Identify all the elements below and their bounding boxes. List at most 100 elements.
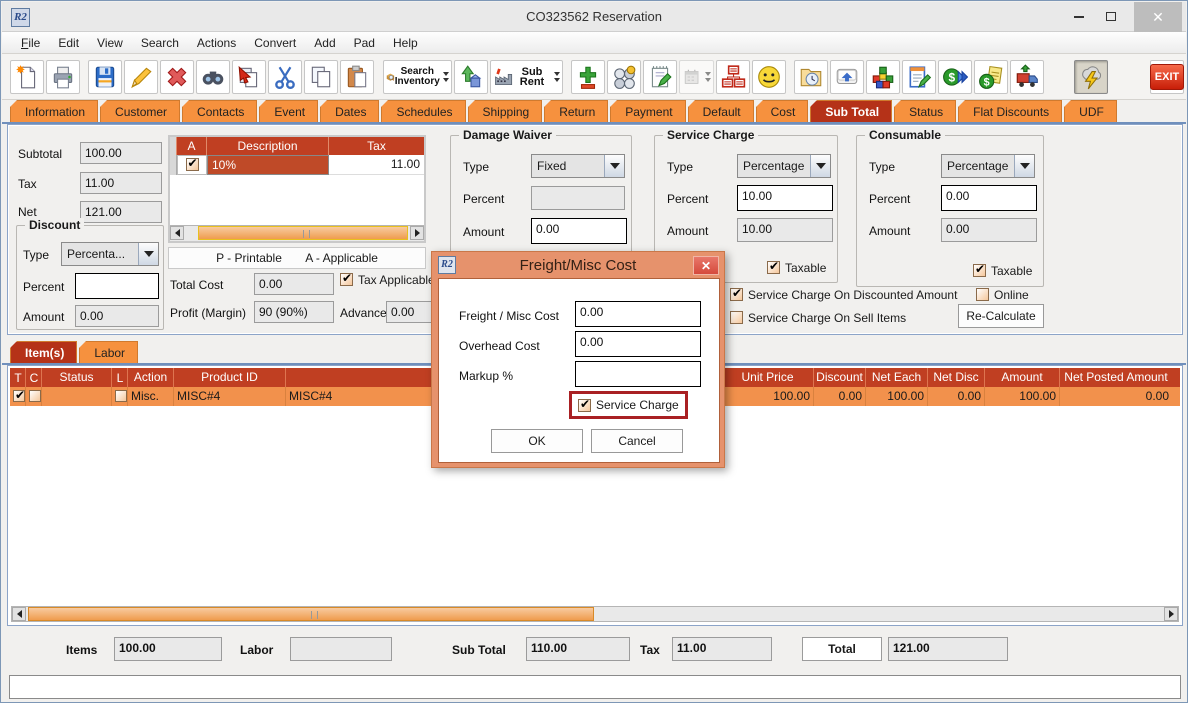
items-hscrollbar[interactable]	[11, 606, 1179, 622]
col-t[interactable]: T	[10, 368, 26, 387]
col-c[interactable]: C	[26, 368, 42, 387]
notes-button[interactable]	[643, 60, 677, 94]
tab-payment[interactable]: Payment	[610, 100, 685, 122]
scroll-thumb[interactable]	[28, 607, 594, 621]
row-l-checkbox[interactable]	[115, 390, 127, 402]
row-net-posted-amount[interactable]: 0.00	[1060, 387, 1172, 406]
copy-button[interactable]	[304, 60, 338, 94]
discount-type-select[interactable]: Percenta...	[61, 242, 159, 266]
group-button[interactable]	[607, 60, 641, 94]
tab-dates[interactable]: Dates	[320, 100, 379, 122]
tab-cost[interactable]: Cost	[756, 100, 809, 122]
convert-button[interactable]	[454, 60, 488, 94]
paste-button[interactable]	[340, 60, 374, 94]
sc-on-discounted-option[interactable]: Service Charge On Discounted Amount	[730, 288, 957, 302]
row-net-disc[interactable]: 0.00	[928, 387, 985, 406]
menu-search[interactable]: Search	[132, 34, 188, 52]
exit-button[interactable]: EXIT	[1150, 60, 1184, 94]
dropdown-arrows-icon[interactable]	[554, 72, 560, 82]
tab-sub-total[interactable]: Sub Total	[810, 100, 892, 122]
assemblies-button[interactable]	[866, 60, 900, 94]
dw-amount-input[interactable]: 0.00	[531, 218, 627, 244]
save-button[interactable]	[88, 60, 122, 94]
menu-convert[interactable]: Convert	[245, 34, 305, 52]
org-chart-button[interactable]	[716, 60, 750, 94]
tab-items[interactable]: Item(s)	[10, 341, 77, 363]
dw-type-select[interactable]: Fixed	[531, 154, 625, 178]
cons-taxable-checkbox[interactable]	[973, 264, 986, 277]
recalculate-button[interactable]: Re-Calculate	[958, 304, 1044, 328]
menu-edit[interactable]: Edit	[49, 34, 88, 52]
tax-row-description[interactable]: 10%	[207, 155, 329, 175]
maximize-button[interactable]	[1096, 2, 1126, 32]
cons-percent-input[interactable]: 0.00	[941, 185, 1037, 211]
dialog-service-charge-checkbox[interactable]	[578, 399, 591, 412]
search-inventory-button[interactable]: SearchInventory	[383, 60, 452, 94]
delete-button[interactable]	[160, 60, 194, 94]
edit-button[interactable]	[124, 60, 158, 94]
tax-grid-col-description[interactable]: Description	[207, 137, 329, 155]
cons-taxable-option[interactable]: Taxable	[973, 264, 1032, 278]
tab-status[interactable]: Status	[894, 100, 956, 122]
online-option[interactable]: Online	[976, 288, 1029, 302]
tab-default[interactable]: Default	[688, 100, 754, 122]
tax-grid-hscrollbar[interactable]	[170, 225, 424, 241]
row-amount[interactable]: 100.00	[985, 387, 1060, 406]
markup-input[interactable]	[575, 361, 701, 387]
tab-shipping[interactable]: Shipping	[468, 100, 543, 122]
row-c-checkbox[interactable]	[29, 390, 41, 402]
new-document-button[interactable]	[10, 60, 44, 94]
col-amount[interactable]: Amount	[985, 368, 1060, 387]
cut-button[interactable]	[268, 60, 302, 94]
col-discount[interactable]: Discount	[814, 368, 866, 387]
overhead-cost-input[interactable]: 0.00	[575, 331, 701, 357]
tab-information[interactable]: Information	[10, 100, 98, 122]
tax-applicable-checkbox[interactable]	[186, 158, 199, 171]
menu-view[interactable]: View	[88, 34, 132, 52]
dialog-close-button[interactable]: ✕	[693, 256, 719, 275]
menu-pad[interactable]: Pad	[345, 34, 384, 52]
row-product-id[interactable]: MISC#4	[174, 387, 286, 406]
cons-type-select[interactable]: Percentage	[941, 154, 1035, 178]
print-button[interactable]	[46, 60, 80, 94]
scroll-right-icon[interactable]	[1164, 607, 1178, 621]
dropdown-arrows-icon[interactable]	[443, 72, 449, 82]
sc-on-sell-option[interactable]: Service Charge On Sell Items	[730, 311, 906, 325]
freight-cost-input[interactable]: 0.00	[575, 301, 701, 327]
col-l[interactable]: L	[112, 368, 128, 387]
row-unit-price[interactable]: 100.00	[722, 387, 814, 406]
sc-on-discounted-checkbox[interactable]	[730, 288, 743, 301]
tab-schedules[interactable]: Schedules	[381, 100, 465, 122]
row-net-each[interactable]: 100.00	[866, 387, 928, 406]
col-unit-price[interactable]: Unit Price	[722, 368, 814, 387]
row-t-checkbox[interactable]	[13, 390, 25, 402]
find-button[interactable]	[196, 60, 230, 94]
close-button[interactable]: ✕	[1134, 2, 1182, 32]
tab-udf[interactable]: UDF	[1064, 100, 1117, 122]
menu-file[interactable]: File	[12, 34, 49, 52]
scroll-thumb[interactable]	[198, 226, 408, 240]
col-product-id[interactable]: Product ID	[174, 368, 286, 387]
tab-event[interactable]: Event	[259, 100, 318, 122]
sc-on-sell-checkbox[interactable]	[730, 311, 743, 324]
edit-note-button[interactable]	[902, 60, 936, 94]
scroll-right-icon[interactable]	[410, 226, 424, 240]
tax-applicable-option[interactable]: Tax Applicable	[340, 273, 435, 287]
tax-applicable-checkbox[interactable]	[340, 273, 353, 286]
tab-return[interactable]: Return	[544, 100, 608, 122]
col-status[interactable]: Status	[42, 368, 112, 387]
quick-actions-button[interactable]	[1074, 60, 1108, 94]
sub-rent-button[interactable]: Sub Rent	[490, 60, 563, 94]
menu-help[interactable]: Help	[384, 34, 427, 52]
row-status[interactable]	[42, 387, 112, 406]
smiley-button[interactable]	[752, 60, 786, 94]
menu-actions[interactable]: Actions	[188, 34, 245, 52]
tax-row-value[interactable]: 11.00	[329, 155, 424, 175]
shortcut-key-button[interactable]	[830, 60, 864, 94]
scroll-left-icon[interactable]	[12, 607, 26, 621]
ok-button[interactable]: OK	[491, 429, 583, 453]
col-net-each[interactable]: Net Each	[866, 368, 928, 387]
billing-button[interactable]: $	[974, 60, 1008, 94]
menu-add[interactable]: Add	[305, 34, 344, 52]
tab-contacts[interactable]: Contacts	[182, 100, 257, 122]
